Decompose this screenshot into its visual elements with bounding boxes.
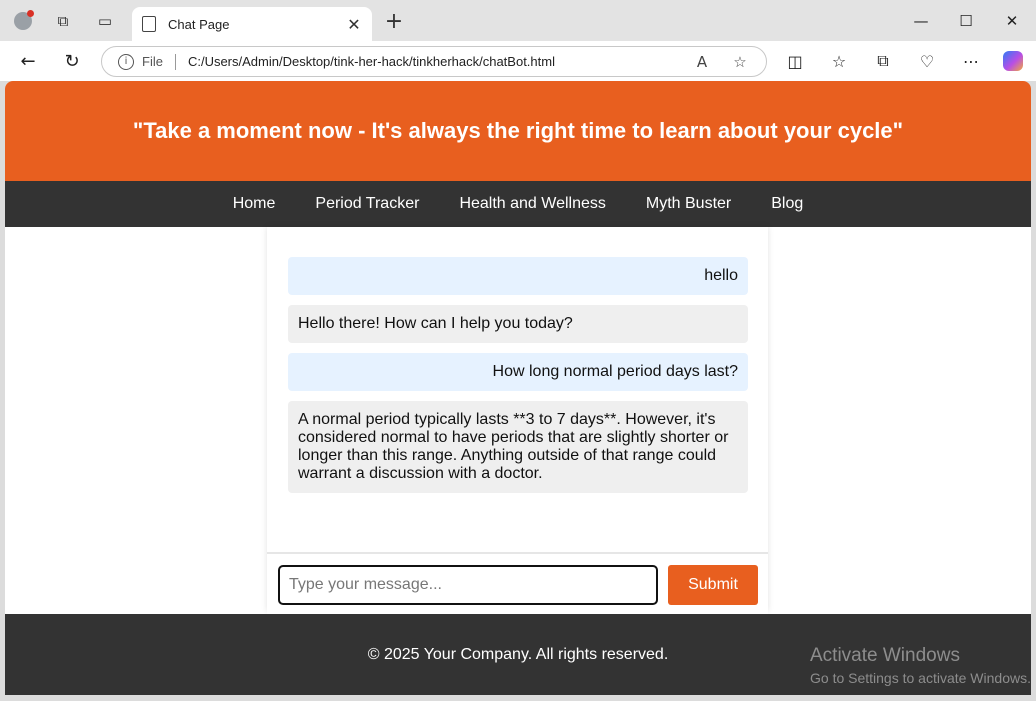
address-bar[interactable]: i File C:/Users/Admin/Desktop/tink-her-h… bbox=[101, 46, 767, 77]
user-message: How long normal period days last? bbox=[288, 353, 748, 391]
chat-input-bar: Submit bbox=[267, 552, 768, 614]
close-tab-icon[interactable]: ✕ bbox=[344, 15, 364, 34]
favorites-icon[interactable]: ☆ bbox=[827, 49, 851, 73]
bot-message: A normal period typically lasts **3 to 7… bbox=[288, 401, 748, 493]
watermark-subtitle: Go to Settings to activate Windows. bbox=[810, 670, 1031, 686]
nav-myth-buster[interactable]: Myth Buster bbox=[646, 195, 731, 213]
new-tab-icon[interactable]: + bbox=[382, 9, 406, 34]
page-icon bbox=[142, 16, 156, 32]
browser-essentials-icon[interactable]: ♡ bbox=[915, 49, 939, 73]
nav-home[interactable]: Home bbox=[233, 195, 276, 213]
submit-button[interactable]: Submit bbox=[668, 565, 758, 605]
nav-blog[interactable]: Blog bbox=[771, 195, 803, 213]
bot-message: Hello there! How can I help you today? bbox=[288, 305, 748, 343]
maximize-icon[interactable]: ☐ bbox=[951, 8, 981, 34]
url-text[interactable]: C:/Users/Admin/Desktop/tink-her-hack/tin… bbox=[188, 54, 690, 69]
tab-chat-page[interactable]: Chat Page ✕ bbox=[132, 7, 372, 41]
browser-tab-bar: ⧉ ▭ Chat Page ✕ + — ☐ ✕ bbox=[0, 0, 1036, 41]
more-menu-icon[interactable]: ⋯ bbox=[959, 49, 983, 73]
nav-period-tracker[interactable]: Period Tracker bbox=[315, 195, 419, 213]
close-window-icon[interactable]: ✕ bbox=[997, 8, 1027, 34]
url-scheme: File bbox=[142, 54, 163, 69]
refresh-icon[interactable]: ↻ bbox=[60, 49, 84, 73]
tab-title: Chat Page bbox=[168, 16, 230, 32]
nav-health-and-wellness[interactable]: Health and Wellness bbox=[459, 195, 605, 213]
main-nav: Home Period Tracker Health and Wellness … bbox=[5, 181, 1031, 227]
watermark-title: Activate Windows bbox=[810, 645, 960, 666]
workspaces-icon[interactable]: ⧉ bbox=[51, 9, 75, 33]
copilot-icon[interactable] bbox=[1003, 51, 1023, 71]
tab-actions-icon[interactable]: ▭ bbox=[93, 9, 117, 33]
message-input[interactable] bbox=[278, 565, 658, 605]
favorite-star-icon[interactable]: ☆ bbox=[728, 53, 752, 71]
back-icon[interactable]: ← bbox=[16, 49, 40, 73]
hero-quote: "Take a moment now - It's always the rig… bbox=[132, 118, 904, 143]
info-icon[interactable]: i bbox=[118, 53, 134, 70]
activate-windows-watermark: Activate Windows Go to Settings to activ… bbox=[810, 645, 1031, 686]
profile-icon[interactable] bbox=[11, 9, 35, 33]
browser-toolbar: ← ↻ i File C:/Users/Admin/Desktop/tink-h… bbox=[0, 41, 1036, 81]
minimize-icon[interactable]: — bbox=[906, 8, 936, 34]
split-screen-icon[interactable]: ◫ bbox=[783, 49, 807, 73]
collections-icon[interactable]: ⧉ bbox=[871, 49, 895, 73]
copyright-text: © 2025 Your Company. All rights reserved… bbox=[367, 645, 669, 663]
user-message: hello bbox=[288, 257, 748, 295]
chat-messages[interactable]: hello Hello there! How can I help you to… bbox=[288, 257, 748, 503]
page-viewport: "Take a moment now - It's always the rig… bbox=[5, 81, 1031, 695]
read-aloud-icon[interactable]: A bbox=[690, 53, 714, 71]
hero-banner: "Take a moment now - It's always the rig… bbox=[5, 81, 1031, 181]
